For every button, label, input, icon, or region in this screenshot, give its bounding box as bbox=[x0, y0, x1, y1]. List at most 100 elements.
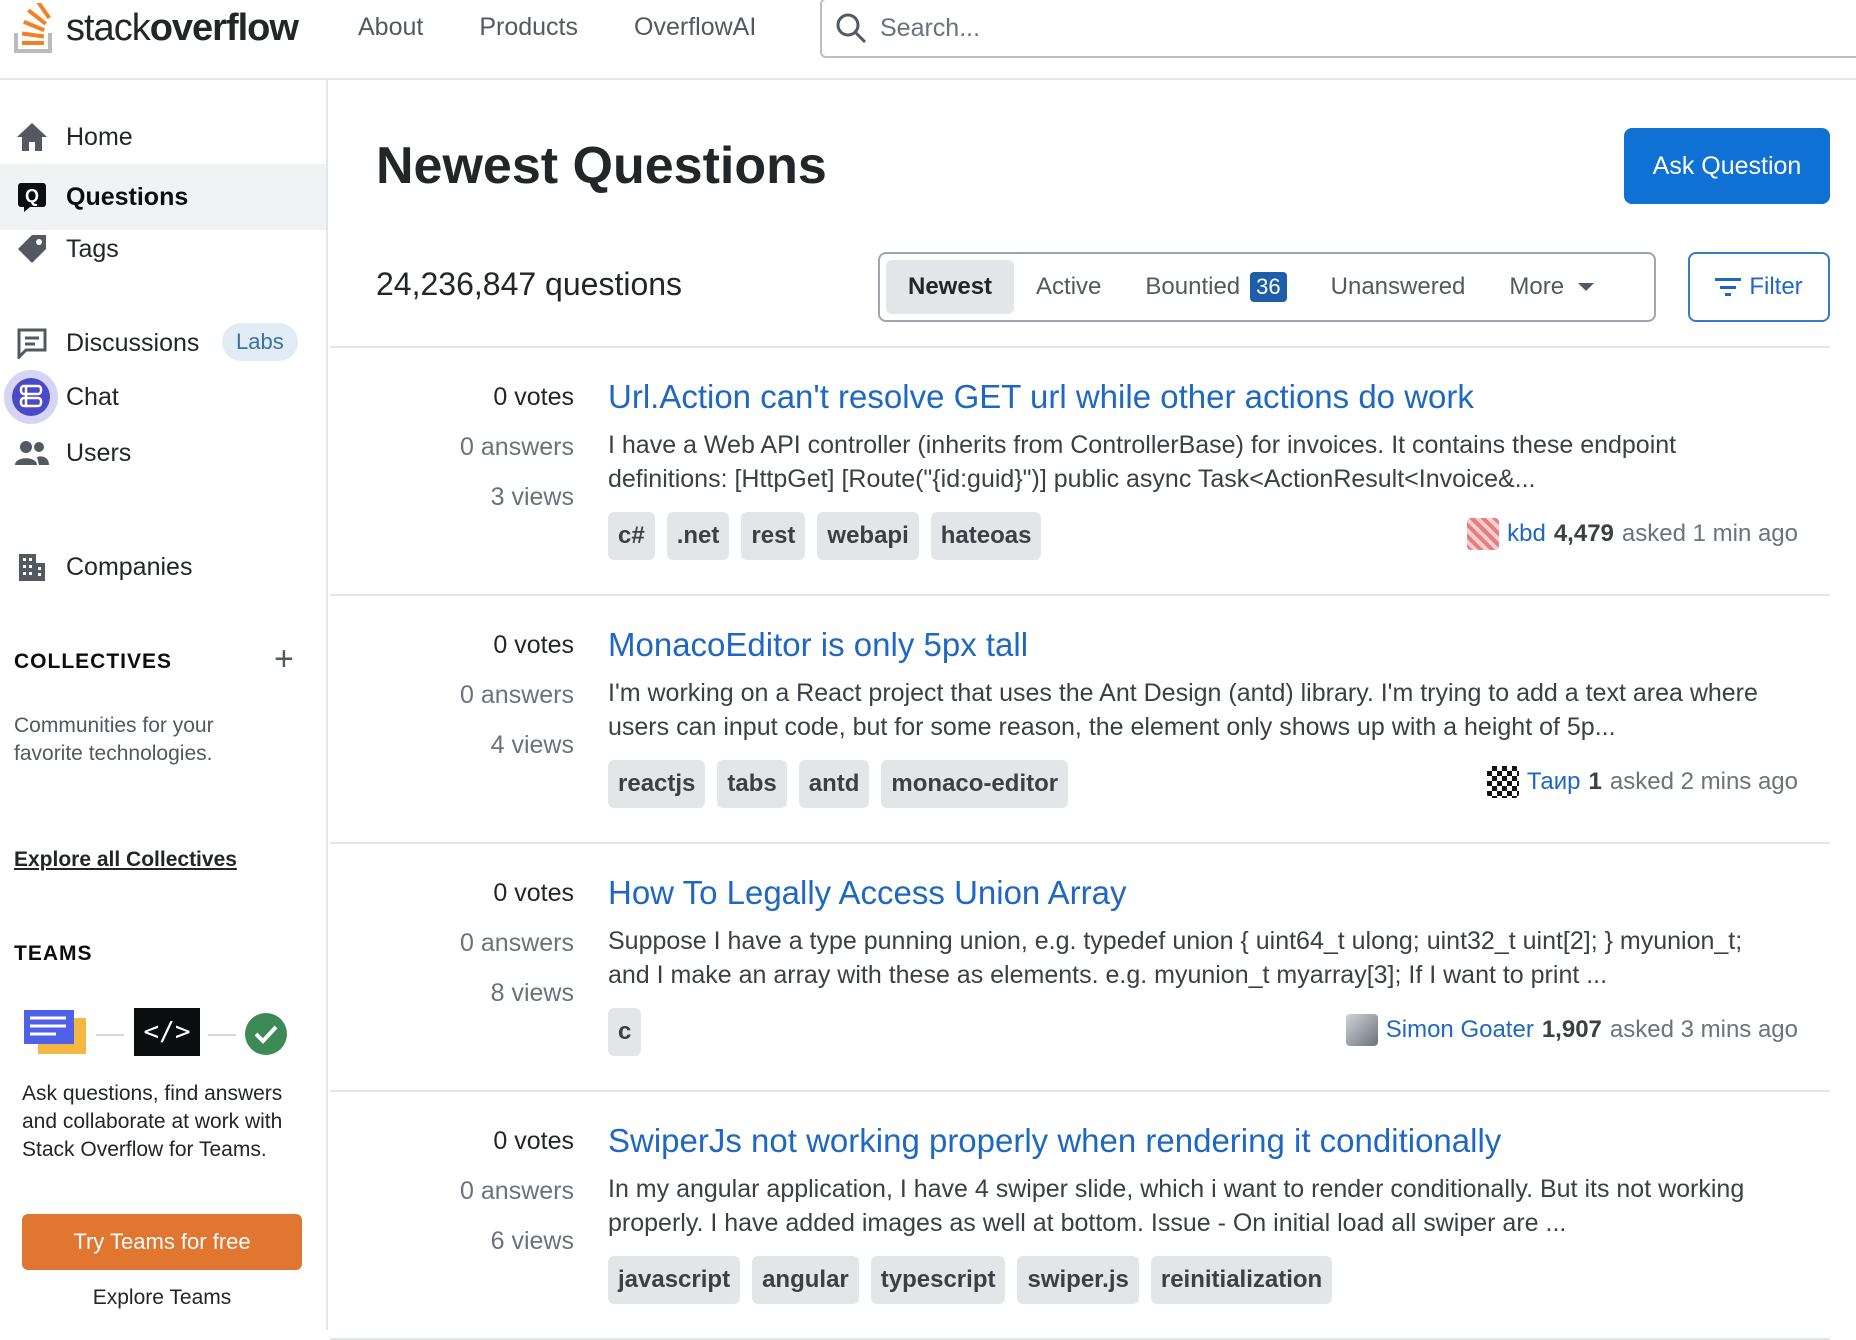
tag-list: c# .net rest webapi hateoas bbox=[608, 512, 1042, 560]
logo[interactable]: stackoverflow bbox=[14, 0, 299, 56]
asked-time[interactable]: asked 3 mins ago bbox=[1610, 1016, 1798, 1044]
top-bar: stackoverflow About Products OverflowAI bbox=[0, 0, 1856, 80]
chat-bubbles-icon bbox=[24, 1010, 86, 1054]
search-box[interactable] bbox=[820, 0, 1856, 58]
tag-list: javascript angular typescript swiper.js … bbox=[608, 1256, 1333, 1304]
tag[interactable]: monaco-editor bbox=[881, 760, 1069, 808]
tab-more[interactable]: More bbox=[1487, 260, 1616, 314]
question-title-link[interactable]: SwiperJs not working properly when rende… bbox=[608, 1122, 1501, 1160]
teams-description: Ask questions, find answers and collabor… bbox=[22, 1082, 283, 1161]
sidebar-item-tags[interactable]: Tags bbox=[0, 216, 326, 282]
connector-line bbox=[208, 1034, 236, 1036]
search-input[interactable] bbox=[880, 13, 1780, 43]
tab-unanswered[interactable]: Unanswered bbox=[1309, 260, 1488, 314]
user-reputation: 1,907 bbox=[1541, 1016, 1602, 1043]
tag[interactable]: c bbox=[608, 1008, 642, 1056]
question-title-link[interactable]: MonacoEditor is only 5px tall bbox=[608, 626, 1028, 664]
tag-list: reactjs tabs antd monaco-editor bbox=[608, 760, 1069, 808]
discussions-icon bbox=[14, 325, 50, 361]
question-stats: 0 votes 0 answers 3 views bbox=[330, 382, 574, 532]
avatar[interactable] bbox=[1345, 1014, 1378, 1046]
sidebar-item-companies[interactable]: Companies bbox=[0, 534, 326, 600]
user-link[interactable]: Simon Goater bbox=[1386, 1016, 1534, 1044]
avatar[interactable] bbox=[1486, 766, 1519, 798]
chat-icon bbox=[4, 370, 58, 424]
left-sidebar: Home Q Questions Tags Discussions Labs C… bbox=[0, 80, 328, 1330]
explore-collectives-link[interactable]: Explore all Collectives bbox=[14, 848, 237, 872]
tag[interactable]: antd bbox=[798, 760, 870, 808]
user-link[interactable]: Таир bbox=[1527, 768, 1581, 796]
check-circle-icon bbox=[245, 1013, 287, 1055]
tag[interactable]: rest bbox=[741, 512, 806, 560]
vote-count: 0 votes bbox=[493, 631, 574, 659]
tag-icon bbox=[14, 231, 50, 267]
vote-count: 0 votes bbox=[493, 879, 574, 907]
tab-newest[interactable]: Newest bbox=[886, 260, 1015, 314]
tag[interactable]: tabs bbox=[717, 760, 787, 808]
view-count: 8 views bbox=[490, 979, 574, 1007]
sidebar-item-label: Home bbox=[66, 122, 133, 151]
sidebar-item-label: Questions bbox=[66, 182, 189, 211]
question-count: 24,236,847 questions bbox=[376, 266, 683, 302]
sidebar-item-home[interactable]: Home bbox=[0, 104, 326, 170]
tag[interactable]: hateoas bbox=[930, 512, 1042, 560]
users-icon bbox=[14, 435, 50, 471]
nav-products[interactable]: Products bbox=[451, 13, 606, 42]
sidebar-item-label: Companies bbox=[66, 552, 193, 581]
labs-badge: Labs bbox=[222, 323, 298, 361]
sidebar-item-users[interactable]: Users bbox=[0, 420, 326, 486]
sidebar-item-label: Chat bbox=[66, 382, 119, 411]
try-teams-button[interactable]: Try Teams for free bbox=[22, 1214, 302, 1270]
tag[interactable]: swiper.js bbox=[1017, 1256, 1139, 1304]
collectives-title: COLLECTIVES bbox=[14, 650, 173, 673]
view-count: 4 views bbox=[490, 731, 574, 759]
question-owner: Таир 1 asked 2 mins ago bbox=[1486, 766, 1798, 798]
logo-text: stackoverflow bbox=[66, 6, 299, 49]
question-stats: 0 votes 0 answers 6 views bbox=[330, 1126, 574, 1276]
answer-count: 0 answers bbox=[460, 681, 574, 709]
ask-question-button[interactable]: Ask Question bbox=[1624, 128, 1830, 204]
tag[interactable]: javascript bbox=[608, 1256, 741, 1304]
search-icon bbox=[836, 13, 867, 44]
answer-count: 0 answers bbox=[460, 929, 574, 957]
bounty-count-badge: 36 bbox=[1250, 272, 1287, 302]
tag[interactable]: c# bbox=[608, 512, 655, 560]
question-owner: kbd 4,479 asked 1 min ago bbox=[1467, 518, 1798, 550]
filter-button[interactable]: Filter bbox=[1688, 252, 1830, 322]
tag[interactable]: .net bbox=[666, 512, 730, 560]
asked-time[interactable]: asked 2 mins ago bbox=[1610, 768, 1798, 796]
teams-title: TEAMS bbox=[14, 942, 93, 965]
asked-time[interactable]: asked 1 min ago bbox=[1622, 520, 1798, 548]
teams-illustration: </> bbox=[22, 1004, 292, 1064]
question-list: 0 votes 0 answers 3 views Url.Action can… bbox=[330, 346, 1830, 1340]
tag[interactable]: reactjs bbox=[608, 760, 706, 808]
vote-count: 0 votes bbox=[493, 383, 574, 411]
user-link[interactable]: kbd bbox=[1507, 520, 1546, 548]
page-title: Newest Questions bbox=[376, 137, 827, 195]
tag[interactable]: reinitialization bbox=[1150, 1256, 1333, 1304]
view-count: 6 views bbox=[490, 1227, 574, 1255]
main-content: Newest Questions Ask Question 24,236,847… bbox=[330, 80, 1856, 1340]
nav-about[interactable]: About bbox=[330, 13, 451, 42]
question-title-link[interactable]: Url.Action can't resolve GET url while o… bbox=[608, 378, 1474, 416]
caret-down-icon bbox=[1578, 283, 1595, 291]
tag[interactable]: typescript bbox=[870, 1256, 1006, 1304]
code-icon: </> bbox=[134, 1008, 200, 1056]
questions-icon: Q bbox=[14, 179, 50, 215]
nav-overflowai[interactable]: OverflowAI bbox=[606, 13, 784, 42]
tag[interactable]: angular bbox=[752, 1256, 859, 1304]
tab-bountied[interactable]: Bountied 36 bbox=[1123, 260, 1308, 314]
question-title-link[interactable]: How To Legally Access Union Array bbox=[608, 874, 1126, 912]
explore-teams-link[interactable]: Explore Teams bbox=[22, 1286, 302, 1310]
question-stats: 0 votes 0 answers 4 views bbox=[330, 630, 574, 780]
tag[interactable]: webapi bbox=[817, 512, 919, 560]
sort-tabs: Newest Active Bountied 36 Unanswered Mor… bbox=[878, 252, 1656, 322]
tab-more-label: More bbox=[1509, 273, 1565, 300]
add-collective-icon[interactable]: + bbox=[274, 642, 294, 676]
svg-text:Q: Q bbox=[25, 186, 39, 206]
avatar[interactable] bbox=[1467, 518, 1500, 550]
home-icon bbox=[14, 119, 50, 155]
question-excerpt: Suppose I have a type punning union, e.g… bbox=[608, 927, 1743, 989]
user-reputation: 4,479 bbox=[1553, 520, 1614, 547]
tab-active[interactable]: Active bbox=[1014, 260, 1123, 314]
